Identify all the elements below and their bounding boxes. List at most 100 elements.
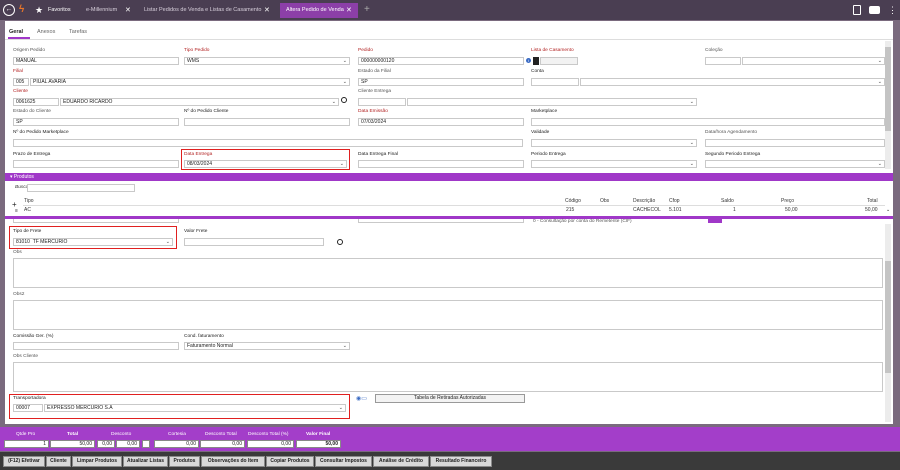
row-scroll-chevron-icon[interactable]: ⌄ bbox=[886, 207, 890, 213]
analise-credito-button[interactable]: Análise de Crédito bbox=[373, 456, 429, 467]
lower-scrollbar-thumb[interactable] bbox=[885, 261, 891, 373]
pedido-field[interactable]: 000000000120 bbox=[358, 57, 524, 65]
filial-name-select[interactable]: PIUAL AVARIA ⌄ bbox=[30, 78, 350, 86]
subtab-anexos[interactable]: Anexos bbox=[37, 29, 55, 35]
consultar-impostos-button[interactable]: Consultar Impostos bbox=[315, 456, 372, 467]
desconto-pct-field[interactable]: 0,00 bbox=[97, 440, 115, 448]
colecao-select[interactable]: ⌄ bbox=[742, 57, 885, 65]
transportadora-name: EXPRESSO MERCURIO S.A bbox=[47, 405, 113, 411]
app-logo-icon: ϟ bbox=[19, 4, 25, 15]
close-icon[interactable]: ✕ bbox=[125, 3, 131, 18]
clipboard-icon[interactable] bbox=[853, 5, 861, 15]
data-entrega-select[interactable]: 08/03/2024 ⌄ bbox=[184, 160, 347, 168]
row-remove-icon[interactable]: ≡ bbox=[15, 208, 18, 214]
lista-casamento-toggle[interactable] bbox=[533, 57, 539, 65]
n-pedido-cliente-field[interactable] bbox=[184, 118, 350, 126]
obs-cliente-textarea[interactable] bbox=[13, 362, 883, 392]
periodo-entrega-select[interactable]: ⌄ bbox=[531, 160, 697, 168]
chat-icon[interactable] bbox=[869, 6, 880, 14]
estado-cliente-field[interactable]: SP bbox=[13, 118, 179, 126]
data-emissao-field[interactable]: 07/03/2024 bbox=[358, 118, 524, 126]
more-menu-icon[interactable]: ⋮ bbox=[888, 3, 897, 17]
data-agendamento-field[interactable] bbox=[705, 139, 885, 147]
cliente-search-icon[interactable] bbox=[341, 97, 347, 103]
segundo-periodo-select[interactable]: ⌄ bbox=[705, 160, 885, 168]
tipo-frete-select[interactable]: 81010 TF MERCURIO ⌄ bbox=[13, 238, 173, 246]
col-descricao: Descrição bbox=[633, 198, 656, 204]
close-icon[interactable]: ✕ bbox=[264, 3, 270, 18]
colecao-code-field[interactable] bbox=[705, 57, 741, 65]
subtab-tarefas[interactable]: Tarefas bbox=[69, 29, 87, 35]
chevron-down-icon: ⌄ bbox=[339, 161, 344, 167]
conta-code-field[interactable] bbox=[531, 78, 579, 86]
row-preco: 50,00 bbox=[785, 207, 798, 213]
produtos-search-input[interactable] bbox=[27, 184, 135, 192]
obs-textarea[interactable] bbox=[13, 258, 883, 288]
col-codigo: Código bbox=[565, 198, 581, 204]
lista-casamento-field[interactable] bbox=[540, 57, 578, 65]
cut-accent bbox=[708, 219, 722, 223]
produtos-header[interactable]: ▾ Produtos bbox=[5, 173, 893, 181]
chevron-down-icon: ⌄ bbox=[877, 58, 882, 64]
cliente-name-select[interactable]: EDUARDO RICARDO ⌄ bbox=[60, 98, 339, 106]
marketplace-field[interactable] bbox=[531, 118, 885, 126]
favorites-label[interactable]: Favoritos bbox=[48, 4, 71, 16]
estado-cliente-value: SP bbox=[16, 119, 23, 125]
tab-listar-pedidos[interactable]: Listar Pedidos de Venda e Listas de Casa… bbox=[138, 3, 280, 18]
form-scrollbar-thumb[interactable] bbox=[885, 47, 891, 131]
transportadora-name-select[interactable]: EXPRESSO MERCURIO S.A ⌄ bbox=[44, 404, 346, 412]
table-row[interactable]: AC 215 CACHECOL 5.101 1 50,00 50,00 bbox=[23, 206, 885, 215]
chevron-down-icon: ⌄ bbox=[342, 343, 347, 349]
frete-search-icon[interactable] bbox=[337, 239, 343, 245]
prazo-entrega-field[interactable] bbox=[13, 160, 179, 168]
cliente-button[interactable]: Cliente bbox=[46, 456, 71, 467]
col-saldo: Saldo bbox=[721, 198, 734, 204]
tab-altera-pedido[interactable]: Altera Pedido de Venda ✕ bbox=[280, 3, 358, 18]
data-entrega-final-field[interactable] bbox=[358, 160, 524, 168]
filial-code-field[interactable]: 005 bbox=[13, 78, 29, 86]
eye-icon[interactable]: ◉▭ bbox=[356, 395, 367, 402]
validade-select[interactable]: ⌄ bbox=[531, 139, 697, 147]
col-tipo: Tipo bbox=[24, 198, 34, 204]
limpar-produtos-button[interactable]: Limpar Produtos bbox=[72, 456, 122, 467]
origem-field[interactable]: MANUAL bbox=[13, 57, 179, 65]
efetivar-button[interactable]: (F12) Efetivar bbox=[3, 456, 45, 467]
cut-text: 0 - Consultação por conta do Remetente (… bbox=[533, 219, 632, 224]
resultado-financeiro-button[interactable]: Resultado Financeiro bbox=[430, 456, 492, 467]
cliente-entrega-code-field[interactable] bbox=[358, 98, 406, 106]
valor-frete-field[interactable] bbox=[184, 238, 324, 246]
comissao-field[interactable] bbox=[13, 342, 179, 350]
cliente-code-field[interactable]: 0061625 bbox=[13, 98, 59, 106]
chevron-down-icon: ⌄ bbox=[877, 161, 882, 167]
subtab-geral[interactable]: Geral bbox=[9, 29, 23, 35]
desconto-search-icon[interactable] bbox=[142, 440, 150, 448]
desconto-value-field[interactable]: 0,00 bbox=[116, 440, 140, 448]
info-icon: i bbox=[526, 58, 531, 63]
tab-e-millennium[interactable]: e-Millennium ✕ bbox=[80, 3, 138, 18]
back-icon[interactable]: ← bbox=[3, 4, 15, 16]
tabela-retiradas-button[interactable]: Tabela de Retiradas Autorizadas bbox=[375, 394, 525, 403]
observacoes-item-button[interactable]: Observações do Item bbox=[201, 456, 265, 467]
add-tab-icon[interactable]: + bbox=[364, 3, 370, 17]
origem-value: MANUAL bbox=[16, 58, 37, 64]
tipo-pedido-select[interactable]: WMS ⌄ bbox=[184, 57, 350, 65]
favorites-star-icon[interactable]: ★ bbox=[35, 3, 43, 17]
tipo-frete-code: 81010 bbox=[16, 239, 30, 245]
conta-select[interactable]: ⌄ bbox=[580, 78, 885, 86]
n-pedido-marketplace-field[interactable] bbox=[13, 139, 523, 147]
estado-filial-field[interactable]: SP bbox=[358, 78, 524, 86]
produtos-button[interactable]: Produtos bbox=[169, 456, 200, 467]
obs2-textarea[interactable] bbox=[13, 300, 883, 330]
cond-faturamento-select[interactable]: Faturamento Normal ⌄ bbox=[184, 342, 350, 350]
total-label: Total bbox=[67, 432, 79, 437]
comissao-label: Comissão Ger. (%) bbox=[13, 334, 54, 339]
close-icon[interactable]: ✕ bbox=[346, 3, 352, 18]
atualizar-listas-button[interactable]: Atualizar Listas bbox=[123, 456, 168, 467]
chevron-down-icon: ⌄ bbox=[689, 99, 694, 105]
cliente-entrega-select[interactable]: ⌄ bbox=[407, 98, 697, 106]
origem-label: Origem Pedido bbox=[13, 48, 45, 53]
cliente-label: Cliente bbox=[13, 89, 28, 94]
copiar-produtos-button[interactable]: Copiar Produtos bbox=[266, 456, 314, 467]
transportadora-code-field[interactable]: 00007 bbox=[13, 404, 43, 412]
lista-casamento-label: Lista de Casamento bbox=[531, 48, 574, 53]
